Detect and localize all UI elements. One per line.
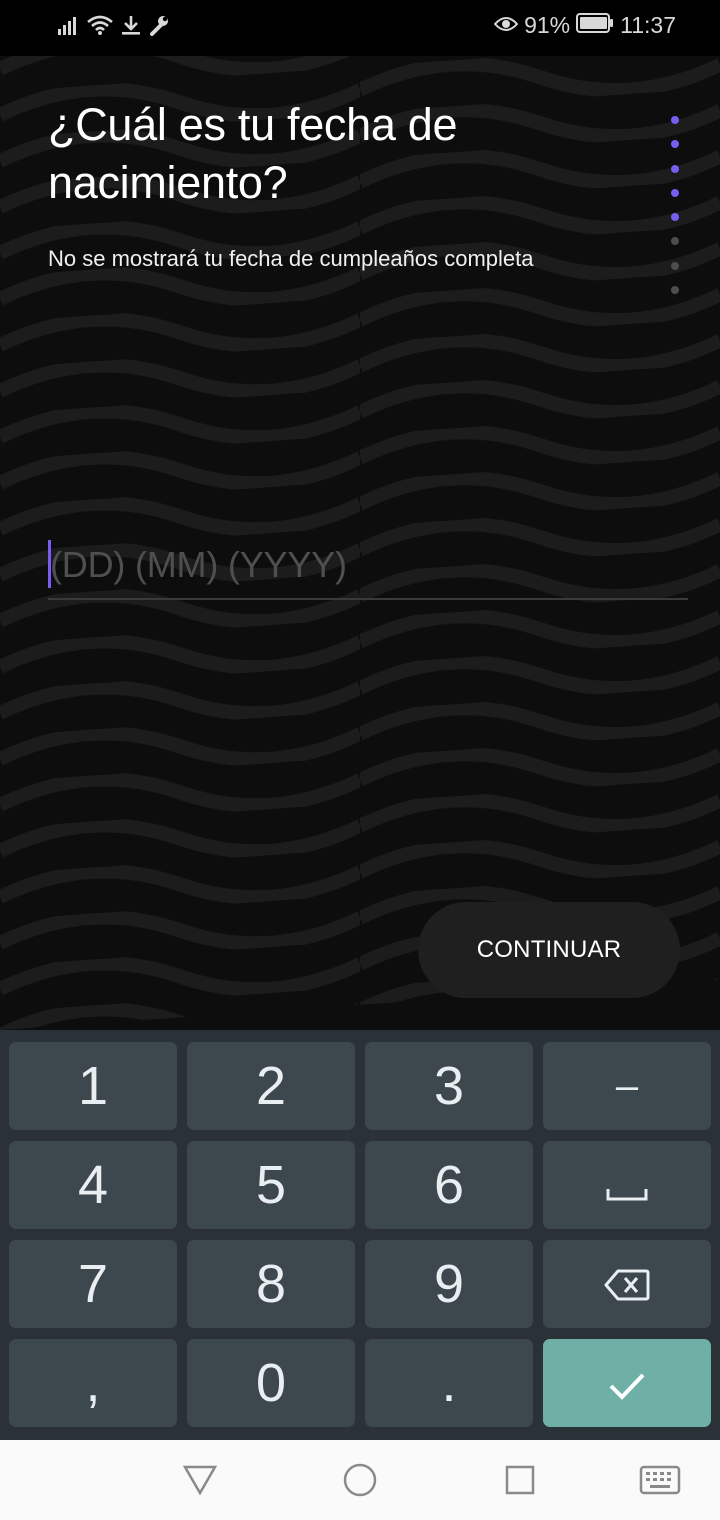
wifi-icon [86, 14, 114, 41]
check-icon [607, 1352, 647, 1414]
key-space[interactable] [543, 1141, 711, 1229]
key-9[interactable]: 9 [365, 1240, 533, 1328]
key-4[interactable]: 4 [9, 1141, 177, 1229]
home-button[interactable] [340, 1462, 380, 1502]
continue-button[interactable]: CONTINUAR [418, 902, 680, 998]
key-8[interactable]: 8 [187, 1240, 355, 1328]
key-5[interactable]: 5 [187, 1141, 355, 1229]
battery-icon [576, 12, 614, 39]
progress-dot-pending [671, 261, 679, 270]
key-backspace[interactable] [543, 1240, 711, 1328]
status-right: 91% 11:37 [493, 12, 676, 39]
page-title: ¿Cuál es tu fecha de nacimiento? [48, 99, 458, 208]
key-comma[interactable]: , [9, 1339, 177, 1427]
keyboard-icon [639, 1465, 681, 1500]
key-dash[interactable]: – [543, 1042, 711, 1130]
key-0[interactable]: 0 [187, 1339, 355, 1427]
birthdate-placeholder: (DD) (MM) (YYYY) [50, 544, 347, 585]
home-icon [342, 1462, 378, 1503]
wrench-icon [148, 14, 170, 41]
space-icon [606, 1154, 648, 1216]
progress-dot-pending [671, 237, 679, 246]
key-7[interactable]: 7 [9, 1240, 177, 1328]
download-icon [120, 14, 142, 41]
birthdate-input[interactable]: (DD) (MM) (YYYY) [48, 538, 688, 600]
progress-dot-complete [671, 164, 679, 173]
step-progress-indicator [671, 116, 681, 310]
key-1[interactable]: 1 [9, 1042, 177, 1130]
key-3[interactable]: 3 [365, 1042, 533, 1130]
numeric-keyboard: 1 2 3 – 4 5 6 7 8 9 , 0 . [0, 1030, 720, 1440]
page-subtitle: No se mostrará tu fecha de cumpleaños co… [48, 246, 534, 271]
progress-dot-complete [671, 116, 679, 124]
progress-dot-complete [671, 188, 679, 197]
progress-dot-complete [671, 140, 679, 149]
progress-dot-complete [671, 213, 679, 222]
recents-button[interactable] [500, 1462, 540, 1502]
clock: 11:37 [620, 12, 676, 38]
status-bar: 91% 11:37 [0, 0, 720, 56]
key-2[interactable]: 2 [187, 1042, 355, 1130]
key-enter[interactable] [543, 1339, 711, 1427]
battery-percent: 91% [524, 12, 571, 38]
eye-icon [493, 12, 519, 39]
back-icon [182, 1464, 218, 1501]
status-left [58, 14, 170, 41]
key-6[interactable]: 6 [365, 1141, 533, 1229]
recents-icon [504, 1464, 536, 1501]
app-screen: 91% 11:37 ¿Cuál es tu fecha de nacimient… [0, 0, 720, 1030]
key-period[interactable]: . [365, 1339, 533, 1427]
backspace-icon [604, 1253, 650, 1315]
signal-icon [58, 15, 80, 40]
keyboard-toggle-button[interactable] [639, 1462, 681, 1502]
progress-dot-pending [671, 286, 679, 295]
system-navigation-bar [0, 1440, 720, 1520]
back-button[interactable] [180, 1462, 220, 1502]
